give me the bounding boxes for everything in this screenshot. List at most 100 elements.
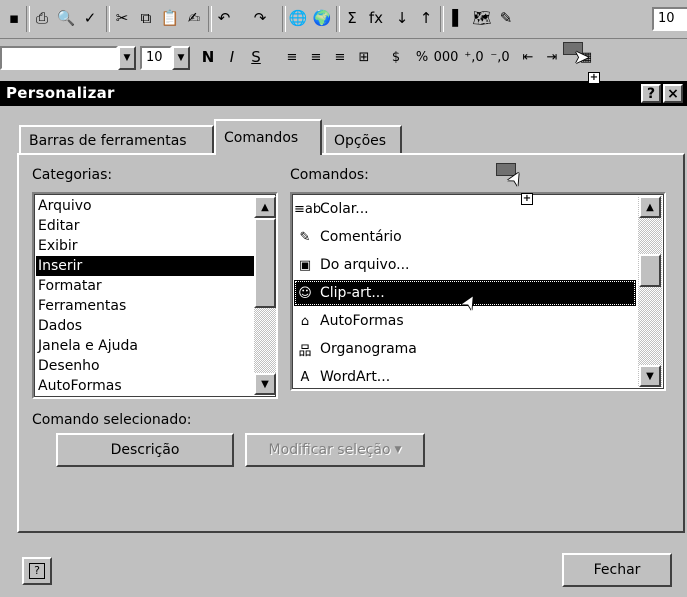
category-item[interactable]: Arquivo xyxy=(36,196,254,216)
copy-icon[interactable]: ⧉ xyxy=(134,6,158,30)
print-preview-icon[interactable]: 🔍 xyxy=(54,6,78,30)
category-item[interactable]: Desenho xyxy=(36,356,254,376)
chart-wizard-icon[interactable]: ▌ xyxy=(446,6,470,30)
sort-desc-icon[interactable]: ↑ xyxy=(414,6,438,30)
command-item[interactable]: ▣ Do arquivo... xyxy=(294,252,636,278)
autosum-icon[interactable]: Σ xyxy=(340,6,364,30)
scroll-thumb[interactable] xyxy=(254,218,276,308)
scroll-thumb[interactable] xyxy=(639,254,661,287)
selected-command-label: Comando selecionado: xyxy=(32,412,192,428)
font-size-right[interactable]: 10 xyxy=(652,7,687,31)
increase-decimal-icon[interactable]: ⁺,0 xyxy=(462,45,486,69)
scroll-up-icon[interactable]: ▲ xyxy=(639,196,661,218)
web-icon[interactable]: 🌍 xyxy=(310,6,334,30)
category-item[interactable]: AutoFormas xyxy=(36,376,254,396)
align-left-icon[interactable]: ≡ xyxy=(280,45,304,69)
categories-listbox[interactable]: Arquivo Editar Exibir Inserir Formatar Ferram… xyxy=(32,192,278,399)
scroll-up-icon[interactable]: ▲ xyxy=(254,196,276,218)
comment-icon: ✎ xyxy=(299,229,311,245)
scroll-down-icon[interactable]: ▼ xyxy=(639,365,661,387)
tab-toolbars[interactable]: Barras de ferramentas xyxy=(19,125,214,154)
help-question-icon: ? xyxy=(646,85,656,102)
align-right-icon[interactable]: ≡ xyxy=(328,45,352,69)
toolbar-separator xyxy=(336,6,340,32)
command-item[interactable]: 品 Organograma xyxy=(294,336,636,362)
category-item[interactable]: Ferramentas xyxy=(36,296,254,316)
percent-icon[interactable]: % xyxy=(410,45,434,69)
underline-icon[interactable]: S xyxy=(244,45,268,69)
help-question-icon: ? xyxy=(29,563,45,579)
print-icon[interactable]: ⎙ xyxy=(30,6,54,30)
undo-icon[interactable]: ↶ xyxy=(212,6,236,30)
command-item[interactable]: A WordArt... xyxy=(294,364,636,390)
close-button[interactable]: Fechar xyxy=(562,553,672,587)
button-label: Fechar xyxy=(593,562,641,578)
thousands-icon[interactable]: 000 xyxy=(434,45,459,69)
tab-commands[interactable]: Comandos xyxy=(214,119,322,155)
command-label: Comentário xyxy=(320,229,402,245)
category-item[interactable]: Inserir xyxy=(36,256,254,276)
category-item[interactable]: Editar xyxy=(36,216,254,236)
merge-center-icon[interactable]: ⊞ xyxy=(352,45,376,69)
commands-listbox[interactable]: ≡ab Colar... ✎ Comentário ▣ Do arquivo... ☺ Cli… xyxy=(290,192,666,391)
scroll-down-icon[interactable]: ▼ xyxy=(254,373,276,395)
dialog-title-bar[interactable]: Personalizar ? × xyxy=(0,81,687,106)
sort-asc-icon[interactable]: ↓ xyxy=(390,6,414,30)
font-name-combo[interactable] xyxy=(0,46,118,70)
currency-icon[interactable]: $ xyxy=(384,45,408,69)
commands-label: Comandos: xyxy=(290,167,369,183)
category-item[interactable]: Formatar xyxy=(36,276,254,296)
help-button[interactable]: ? xyxy=(22,557,52,585)
command-label: Colar... xyxy=(320,201,369,217)
toolbar-separator xyxy=(106,6,110,32)
command-label: WordArt... xyxy=(320,369,391,385)
command-label: Do arquivo... xyxy=(320,257,410,273)
close-icon: × xyxy=(667,85,679,102)
map-icon[interactable]: 🗺 xyxy=(470,6,494,30)
spell-check-icon[interactable]: ✓ xyxy=(78,6,102,30)
paste-icon[interactable]: 📋 xyxy=(158,6,182,30)
italic-icon[interactable]: I xyxy=(220,45,244,69)
help-title-button[interactable]: ? xyxy=(641,84,661,103)
mouse-pointer-icon: ➤ xyxy=(574,47,590,68)
category-item[interactable]: Janela e Ajuda xyxy=(36,336,254,356)
command-label: Clip-art... xyxy=(320,285,385,301)
cut-icon[interactable]: ✂ xyxy=(110,6,134,30)
toolbar-separator xyxy=(282,6,286,32)
bold-icon[interactable]: N xyxy=(196,45,220,69)
align-center-icon[interactable]: ≡ xyxy=(304,45,328,69)
command-item[interactable]: ≡ab Colar... xyxy=(294,196,636,222)
hyperlink-icon[interactable]: 🌐 xyxy=(286,6,310,30)
description-button[interactable]: Descrição xyxy=(56,433,234,467)
function-icon[interactable]: fx xyxy=(364,6,388,30)
autoshapes-icon: ⌂ xyxy=(300,313,310,329)
text-field-icon: ≡ab xyxy=(294,201,322,217)
copy-plus-icon: + xyxy=(521,193,533,205)
decrease-decimal-icon[interactable]: ⁻,0 xyxy=(488,45,512,69)
save-icon[interactable]: ▪ xyxy=(2,6,26,30)
modify-selection-button[interactable]: Modificar seleção ▼ xyxy=(245,433,425,467)
command-label: AutoFormas xyxy=(320,313,404,329)
drawing-icon[interactable]: ✎ xyxy=(494,6,518,30)
wordart-icon: A xyxy=(300,369,310,385)
category-item[interactable]: Dados xyxy=(36,316,254,336)
close-title-button[interactable]: × xyxy=(663,84,683,103)
increase-indent-icon[interactable]: ⇥ xyxy=(540,45,564,69)
copy-plus-icon: + xyxy=(588,72,600,84)
font-name-dropdown-icon[interactable]: ▼ xyxy=(118,46,136,70)
command-item[interactable]: ⌂ AutoFormas xyxy=(294,308,636,334)
tab-options[interactable]: Opções xyxy=(324,125,402,154)
dropdown-arrow-icon: ▼ xyxy=(394,445,402,455)
dialog-title: Personalizar xyxy=(6,84,115,102)
category-item[interactable]: Exibir xyxy=(36,236,254,256)
toolbar-separator xyxy=(26,6,30,32)
format-painter-icon[interactable]: ✍ xyxy=(182,6,206,30)
decrease-indent-icon[interactable]: ⇤ xyxy=(516,45,540,69)
command-item[interactable]: ✎ Comentário xyxy=(294,224,636,250)
font-size-dropdown-icon[interactable]: ▼ xyxy=(172,46,190,70)
commands-scrollbar[interactable] xyxy=(638,196,662,387)
font-size-combo[interactable]: 10 xyxy=(140,46,172,70)
toolbar-separator xyxy=(440,6,444,32)
redo-icon[interactable]: ↷ xyxy=(248,6,272,30)
button-label: Modificar seleção xyxy=(268,442,391,458)
